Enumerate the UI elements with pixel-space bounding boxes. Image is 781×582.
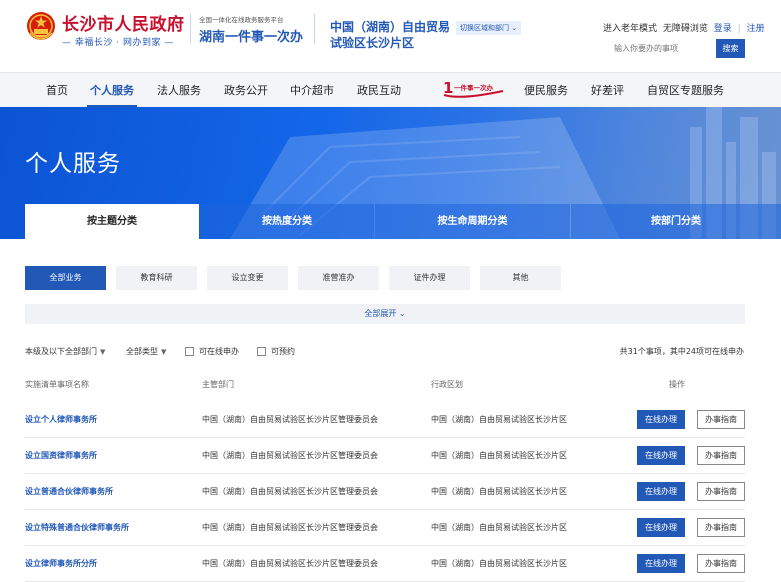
chip-certificate[interactable]: 证件办理 [389, 266, 470, 290]
chip-education[interactable]: 教育科研 [116, 266, 197, 290]
item-name-link[interactable]: 设立特殊普通合伙律师事务所 [25, 510, 129, 546]
online-apply-button[interactable]: 在线办理 [637, 518, 685, 537]
platform-subtitle: 全国一体化在线政务服务平台 [199, 16, 284, 24]
guide-button[interactable]: 办事指南 [697, 554, 745, 573]
top-links: 进入老年模式 无障碍浏览 登录 | 注册 [603, 21, 768, 34]
online-apply-button[interactable]: 在线办理 [637, 554, 685, 573]
chip-permit[interactable]: 准营准办 [298, 266, 379, 290]
guide-button[interactable]: 办事指南 [697, 446, 745, 465]
guide-button[interactable]: 办事指南 [697, 482, 745, 501]
checkbox-icon[interactable] [257, 347, 266, 356]
site-name[interactable]: 长沙市人民政府 [62, 10, 185, 35]
tab-by-topic[interactable]: 按主题分类 [25, 204, 199, 239]
reserve-filter-label: 可预约 [271, 347, 295, 356]
chip-other[interactable]: 其他 [480, 266, 561, 290]
table-row: 设立律师事务所分所 中国（湖南）自由贸易试验区长沙片区管理委员会 中国（湖南）自… [25, 546, 745, 582]
item-dept: 中国（湖南）自由贸易试验区长沙片区管理委员会 [202, 523, 378, 532]
nav-item-home[interactable]: 首页 [46, 73, 68, 108]
site-slogan: — 幸福长沙 · 网办到家 — [62, 38, 174, 48]
chevron-down-icon: ▼ [161, 347, 167, 356]
chip-all[interactable]: 全部业务 [25, 266, 106, 290]
guide-button[interactable]: 办事指南 [697, 410, 745, 429]
item-area: 中国（湖南）自由贸易试验区长沙片区 [431, 451, 567, 460]
nav-item-ftz[interactable]: 自贸区专题服务 [647, 73, 724, 108]
table-row: 设立特殊普通合伙律师事务所 中国（湖南）自由贸易试验区长沙片区管理委员会 中国（… [25, 510, 745, 546]
platform-title[interactable]: 湖南一件事一次办 [199, 26, 303, 45]
item-area: 中国（湖南）自由贸易试验区长沙片区 [431, 415, 567, 424]
page-title: 个人服务 [25, 151, 121, 177]
item-name-link[interactable]: 设立个人律师事务所 [25, 402, 97, 438]
chip-establish-change[interactable]: 设立变更 [207, 266, 288, 290]
online-apply-button[interactable]: 在线办理 [637, 446, 685, 465]
online-filter-checkbox[interactable]: 可在线申办 [185, 346, 239, 357]
expand-all-button[interactable]: 全部展开 ⌄ [25, 304, 745, 324]
elder-mode-link[interactable]: 进入老年模式 [603, 24, 657, 34]
type-filter-dropdown[interactable]: 全部类型 ▼ [126, 346, 166, 357]
item-dept: 中国（湖南）自由贸易试验区长沙片区管理委员会 [202, 559, 378, 568]
nav-item-convenience[interactable]: 便民服务 [524, 73, 568, 108]
nav-item-rating[interactable]: 好差评 [591, 73, 624, 108]
item-name-link[interactable]: 设立律师事务所分所 [25, 546, 97, 582]
header-divider [314, 14, 315, 44]
item-dept: 中国（湖南）自由贸易试验区长沙片区管理委员会 [202, 451, 378, 460]
link-separator: | [737, 24, 741, 34]
register-link[interactable]: 注册 [747, 24, 765, 34]
svg-text:一件事一次办: 一件事一次办 [454, 83, 494, 92]
item-area: 中国（湖南）自由贸易试验区长沙片区 [431, 523, 567, 532]
search-button[interactable]: 搜索 [716, 39, 745, 58]
level-filter-label: 本级及以下全部部门 [25, 347, 97, 356]
main-nav: 首页 个人服务 法人服务 政务公开 中介超市 政民互动 便民服务 好差评 自贸区… [0, 72, 781, 108]
nav-item-gov-affairs[interactable]: 政务公开 [224, 73, 268, 108]
nav-item-agency-market[interactable]: 中介超市 [290, 73, 334, 108]
reserve-filter-checkbox[interactable]: 可预约 [257, 346, 295, 357]
tab-by-popularity[interactable]: 按热度分类 [200, 204, 374, 239]
nav-item-personal[interactable]: 个人服务 [87, 73, 137, 108]
tab-by-department[interactable]: 按部门分类 [571, 204, 781, 239]
chevron-down-icon: ▼ [100, 347, 106, 356]
category-tabs: 按主题分类 按热度分类 按生命周期分类 按部门分类 [25, 204, 781, 239]
search-input[interactable] [607, 39, 714, 58]
column-header-action: 操作 [669, 380, 685, 389]
column-header-name: 实施清单事项名称 [25, 380, 89, 389]
accessible-link[interactable]: 无障碍浏览 [663, 24, 708, 34]
table-row: 设立国资律师事务所 中国（湖南）自由贸易试验区长沙片区管理委员会 中国（湖南）自… [25, 438, 745, 474]
item-dept: 中国（湖南）自由贸易试验区长沙片区管理委员会 [202, 487, 378, 496]
result-count: 共31个事项，其中24项可在线申办 [619, 347, 744, 356]
column-header-dept: 主管部门 [202, 380, 234, 389]
online-filter-label: 可在线申办 [199, 347, 239, 356]
table-row: 设立个人律师事务所 中国（湖南）自由贸易试验区长沙片区管理委员会 中国（湖南）自… [25, 402, 745, 438]
item-name-link[interactable]: 设立普通合伙律师事务所 [25, 474, 113, 510]
tab-by-lifecycle[interactable]: 按生命周期分类 [375, 204, 570, 239]
level-filter-dropdown[interactable]: 本级及以下全部部门 ▼ [25, 346, 105, 357]
nav-item-interaction[interactable]: 政民互动 [357, 73, 401, 108]
online-apply-button[interactable]: 在线办理 [637, 410, 685, 429]
region-name: 中国（湖南）自由贸易试验区长沙片区 [330, 20, 451, 50]
guide-button[interactable]: 办事指南 [697, 518, 745, 537]
checkbox-icon[interactable] [185, 347, 194, 356]
table-row: 设立普通合伙律师事务所 中国（湖南）自由贸易试验区长沙片区管理委员会 中国（湖南… [25, 474, 745, 510]
column-header-area: 行政区划 [431, 380, 463, 389]
one-thing-logo-icon[interactable]: 1 一件事一次办 [441, 78, 507, 100]
item-area: 中国（湖南）自由贸易试验区长沙片区 [431, 487, 567, 496]
site-header: 长沙市人民政府 — 幸福长沙 · 网办到家 — 全国一体化在线政务服务平台 湖南… [0, 0, 781, 72]
switch-region-button[interactable]: 切换区域和部门 ⌄ [456, 21, 522, 35]
online-apply-button[interactable]: 在线办理 [637, 482, 685, 501]
svg-text:1: 1 [443, 79, 453, 97]
item-name-link[interactable]: 设立国资律师事务所 [25, 438, 97, 474]
header-divider [190, 14, 191, 44]
login-link[interactable]: 登录 [714, 24, 732, 34]
type-filter-label: 全部类型 [126, 347, 158, 356]
item-area: 中国（湖南）自由贸易试验区长沙片区 [431, 559, 567, 568]
item-dept: 中国（湖南）自由贸易试验区长沙片区管理委员会 [202, 415, 378, 424]
nav-item-legal-person[interactable]: 法人服务 [157, 73, 201, 108]
national-emblem-icon[interactable] [26, 11, 56, 43]
